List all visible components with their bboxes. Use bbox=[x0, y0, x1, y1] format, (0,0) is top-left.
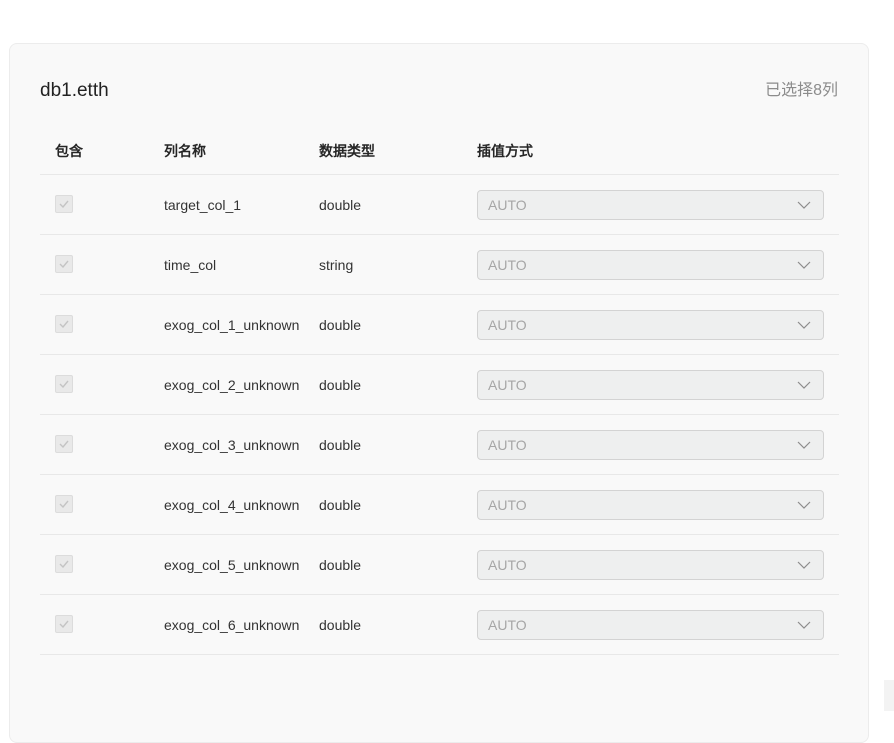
include-checkbox[interactable] bbox=[55, 615, 73, 633]
interpolation-select[interactable]: AUTO bbox=[477, 190, 824, 220]
column-name: target_col_1 bbox=[164, 197, 242, 213]
interpolation-value: AUTO bbox=[488, 197, 527, 213]
include-checkbox[interactable] bbox=[55, 195, 73, 213]
header-data-type: 数据类型 bbox=[319, 143, 375, 159]
data-type: double bbox=[319, 497, 362, 513]
interpolation-select[interactable]: AUTO bbox=[477, 550, 824, 580]
header-interpolation: 插值方式 bbox=[477, 143, 533, 159]
data-type: double bbox=[319, 197, 362, 213]
check-icon bbox=[59, 320, 69, 328]
data-type: double bbox=[319, 317, 362, 333]
interpolation-value: AUTO bbox=[488, 557, 527, 573]
column-name: exog_col_5_unknown bbox=[164, 557, 300, 573]
check-icon bbox=[59, 200, 69, 208]
data-type: double bbox=[319, 557, 362, 573]
check-icon bbox=[59, 620, 69, 628]
panel-header: db1.etth 已选择8列 bbox=[40, 78, 838, 104]
chevron-down-icon bbox=[797, 381, 811, 389]
data-type: double bbox=[319, 617, 362, 633]
column-name: exog_col_4_unknown bbox=[164, 497, 300, 513]
column-name: exog_col_3_unknown bbox=[164, 437, 300, 453]
column-name: time_col bbox=[164, 257, 217, 273]
table-row: exog_col_3_unknown double AUTO bbox=[40, 415, 839, 475]
data-type: string bbox=[319, 257, 354, 273]
column-name: exog_col_1_unknown bbox=[164, 317, 300, 333]
table-row: time_col string AUTO bbox=[40, 235, 839, 295]
interpolation-value: AUTO bbox=[488, 617, 527, 633]
include-checkbox[interactable] bbox=[55, 315, 73, 333]
check-icon bbox=[59, 380, 69, 388]
chevron-down-icon bbox=[797, 441, 811, 449]
header-include: 包含 bbox=[55, 143, 83, 159]
chevron-down-icon bbox=[797, 561, 811, 569]
check-icon bbox=[59, 260, 69, 268]
chevron-down-icon bbox=[797, 261, 811, 269]
check-icon bbox=[59, 560, 69, 568]
interpolation-select[interactable]: AUTO bbox=[477, 610, 824, 640]
include-checkbox[interactable] bbox=[55, 375, 73, 393]
include-checkbox[interactable] bbox=[55, 495, 73, 513]
data-type: double bbox=[319, 437, 362, 453]
interpolation-value: AUTO bbox=[488, 317, 527, 333]
table-row: exog_col_6_unknown double AUTO bbox=[40, 595, 839, 655]
interpolation-value: AUTO bbox=[488, 257, 527, 273]
window-edge bbox=[884, 680, 894, 711]
interpolation-value: AUTO bbox=[488, 437, 527, 453]
check-icon bbox=[59, 500, 69, 508]
table-row: exog_col_1_unknown double AUTO bbox=[40, 295, 839, 355]
interpolation-value: AUTO bbox=[488, 497, 527, 513]
interpolation-select[interactable]: AUTO bbox=[477, 310, 824, 340]
chevron-down-icon bbox=[797, 201, 811, 209]
check-icon bbox=[59, 440, 69, 448]
chevron-down-icon bbox=[797, 621, 811, 629]
column-config-panel: db1.etth 已选择8列 包含 列名称 数据类型 插值方式 target_c… bbox=[9, 43, 869, 743]
include-checkbox[interactable] bbox=[55, 255, 73, 273]
chevron-down-icon bbox=[797, 321, 811, 329]
interpolation-select[interactable]: AUTO bbox=[477, 250, 824, 280]
interpolation-select[interactable]: AUTO bbox=[477, 430, 824, 460]
include-checkbox[interactable] bbox=[55, 555, 73, 573]
column-name: exog_col_2_unknown bbox=[164, 377, 300, 393]
table-row: exog_col_5_unknown double AUTO bbox=[40, 535, 839, 595]
table-row: target_col_1 double AUTO bbox=[40, 175, 839, 235]
include-checkbox[interactable] bbox=[55, 435, 73, 453]
table-row: exog_col_2_unknown double AUTO bbox=[40, 355, 839, 415]
chevron-down-icon bbox=[797, 501, 811, 509]
header-column-name: 列名称 bbox=[164, 143, 206, 159]
table-header: 包含 列名称 数据类型 插值方式 bbox=[40, 120, 839, 175]
interpolation-select[interactable]: AUTO bbox=[477, 370, 824, 400]
table-row: exog_col_4_unknown double AUTO bbox=[40, 475, 839, 535]
interpolation-value: AUTO bbox=[488, 377, 527, 393]
data-type: double bbox=[319, 377, 362, 393]
column-table: 包含 列名称 数据类型 插值方式 target_col_1 double AUT… bbox=[40, 120, 839, 655]
selected-count: 已选择8列 bbox=[765, 82, 838, 99]
panel-title: db1.etth bbox=[40, 80, 109, 101]
interpolation-select[interactable]: AUTO bbox=[477, 490, 824, 520]
column-name: exog_col_6_unknown bbox=[164, 617, 300, 633]
